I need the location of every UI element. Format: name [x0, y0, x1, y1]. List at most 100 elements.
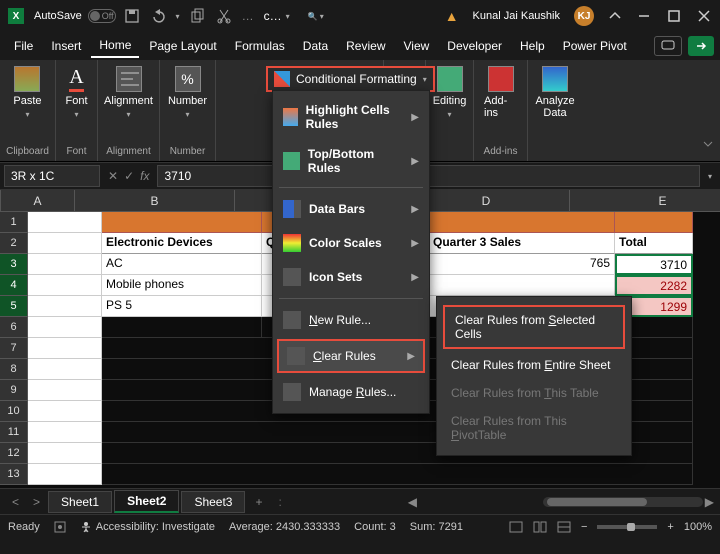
- cell[interactable]: [28, 338, 102, 359]
- confirm-edit-icon[interactable]: ✓: [124, 169, 134, 183]
- cell[interactable]: 765: [429, 254, 615, 275]
- row-head[interactable]: 4: [0, 275, 28, 296]
- scroll-left-icon[interactable]: ◀: [408, 495, 417, 509]
- col-head-b[interactable]: B: [75, 190, 235, 212]
- cell[interactable]: [102, 464, 693, 485]
- menu-developer[interactable]: Developer: [439, 35, 510, 57]
- horizontal-scrollbar[interactable]: [543, 497, 703, 507]
- view-normal-icon[interactable]: [509, 521, 523, 533]
- sheet-tab[interactable]: Sheet3: [181, 491, 245, 513]
- row-head[interactable]: 2: [0, 233, 28, 254]
- menu-page-layout[interactable]: Page Layout: [141, 35, 224, 57]
- menu-icon-sets[interactable]: Icon Sets▶: [273, 260, 429, 294]
- zoom-slider[interactable]: [597, 525, 657, 529]
- menu-formulas[interactable]: Formulas: [227, 35, 293, 57]
- menu-view[interactable]: View: [396, 35, 438, 57]
- menu-data-bars[interactable]: Data Bars▶: [273, 192, 429, 226]
- menu-file[interactable]: File: [6, 35, 41, 57]
- cell[interactable]: [28, 317, 102, 338]
- col-head-e[interactable]: E: [570, 190, 720, 212]
- cell[interactable]: [28, 296, 102, 317]
- row-head[interactable]: 7: [0, 338, 28, 359]
- chevron-down-icon[interactable]: ▾: [176, 12, 180, 21]
- cell[interactable]: [28, 254, 102, 275]
- close-icon[interactable]: [696, 8, 712, 24]
- formula-expand-icon[interactable]: ▾: [700, 172, 720, 181]
- row-head[interactable]: 6: [0, 317, 28, 338]
- cell[interactable]: [28, 443, 102, 464]
- warning-icon[interactable]: ▲: [445, 8, 459, 24]
- maximize-icon[interactable]: [666, 8, 682, 24]
- row-head[interactable]: 1: [0, 212, 28, 233]
- save-icon[interactable]: [124, 8, 140, 24]
- menu-power-pivot[interactable]: Power Pivot: [555, 35, 635, 57]
- sheet-tab[interactable]: Sheet1: [48, 491, 112, 513]
- cell[interactable]: [28, 464, 102, 485]
- paste-button[interactable]: Paste ▾: [9, 64, 45, 121]
- zoom-out-icon[interactable]: −: [581, 521, 587, 533]
- menu-color-scales[interactable]: Color Scales▶: [273, 226, 429, 260]
- row-head[interactable]: 12: [0, 443, 28, 464]
- view-page-layout-icon[interactable]: [533, 521, 547, 533]
- row-head[interactable]: 11: [0, 422, 28, 443]
- share-button[interactable]: [688, 36, 714, 56]
- tab-nav-right-icon[interactable]: >: [27, 493, 46, 511]
- cancel-edit-icon[interactable]: ✕: [108, 169, 118, 183]
- row-head[interactable]: 8: [0, 359, 28, 380]
- name-box[interactable]: 3R x 1C: [4, 165, 100, 187]
- macro-record-icon[interactable]: [54, 521, 66, 533]
- editing-dropdown[interactable]: Editing ▾: [429, 64, 471, 121]
- cell[interactable]: [28, 401, 102, 422]
- scroll-right-icon[interactable]: ▶: [705, 495, 714, 509]
- view-page-break-icon[interactable]: [557, 521, 571, 533]
- cell[interactable]: [615, 212, 693, 233]
- menu-help[interactable]: Help: [512, 35, 553, 57]
- ribbon-chevron-icon[interactable]: [702, 138, 714, 150]
- sheet-tab[interactable]: Sheet2: [114, 490, 179, 513]
- comments-button[interactable]: [654, 36, 682, 56]
- cut-icon[interactable]: [216, 8, 232, 24]
- clear-rules-entire-sheet[interactable]: Clear Rules from Entire Sheet: [437, 351, 631, 379]
- menu-data[interactable]: Data: [295, 35, 336, 57]
- alignment-dropdown[interactable]: Alignment ▾: [100, 64, 157, 121]
- menu-highlight-cells[interactable]: Highlight Cells Rules▶: [273, 95, 429, 139]
- cell[interactable]: 3710: [615, 254, 693, 275]
- zoom-in-icon[interactable]: +: [667, 521, 673, 533]
- tab-nav-left-icon[interactable]: <: [6, 493, 25, 511]
- number-dropdown[interactable]: % Number ▾: [164, 64, 211, 121]
- minimize-icon[interactable]: [636, 8, 652, 24]
- cell[interactable]: [429, 275, 615, 296]
- cell[interactable]: Mobile phones: [102, 275, 262, 296]
- cell[interactable]: PS 5: [102, 296, 262, 317]
- font-dropdown[interactable]: A Font ▾: [62, 64, 92, 121]
- cell[interactable]: Total: [615, 233, 693, 254]
- cell[interactable]: Electronic Devices: [102, 233, 262, 254]
- fx-icon[interactable]: fx: [140, 169, 149, 183]
- cell[interactable]: [28, 212, 102, 233]
- cell[interactable]: [102, 317, 262, 338]
- row-head[interactable]: 9: [0, 380, 28, 401]
- addins-button[interactable]: Add-ins: [480, 64, 521, 121]
- analyze-data-button[interactable]: Analyze Data: [531, 64, 578, 121]
- clear-rules-selected-cells[interactable]: Clear Rules from Selected Cells: [443, 305, 625, 349]
- cell[interactable]: [28, 422, 102, 443]
- menu-new-rule[interactable]: New Rule...: [273, 303, 429, 337]
- cell[interactable]: [28, 380, 102, 401]
- cell[interactable]: [28, 359, 102, 380]
- col-head-a[interactable]: A: [1, 190, 75, 212]
- menu-clear-rules[interactable]: Clear Rules▶: [277, 339, 425, 373]
- cell[interactable]: [102, 212, 262, 233]
- more-icon[interactable]: …: [242, 9, 254, 23]
- row-head[interactable]: 5: [0, 296, 28, 317]
- add-sheet-button[interactable]: +: [247, 493, 270, 511]
- row-head[interactable]: 10: [0, 401, 28, 422]
- undo-icon[interactable]: [150, 8, 166, 24]
- ribbon-collapse-icon[interactable]: [608, 9, 622, 23]
- doc-name-dropdown[interactable]: c…▾: [264, 9, 290, 23]
- menu-insert[interactable]: Insert: [43, 35, 89, 57]
- row-head[interactable]: 3: [0, 254, 28, 275]
- user-avatar[interactable]: KJ: [574, 6, 594, 26]
- cell[interactable]: AC: [102, 254, 262, 275]
- cell[interactable]: [28, 275, 102, 296]
- cell[interactable]: 2282: [615, 275, 693, 296]
